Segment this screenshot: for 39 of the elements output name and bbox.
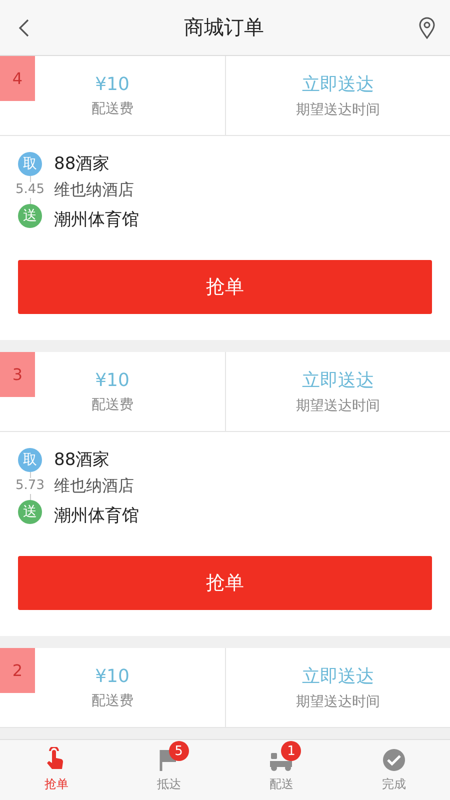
order-number-badge: 2 <box>0 648 35 693</box>
dropoff-name: 潮州体育馆 <box>54 505 139 528</box>
time-label: 期望送达时间 <box>296 397 380 415</box>
count-badge: 5 <box>168 741 189 761</box>
order-number-badge: 4 <box>0 56 35 101</box>
tab-item[interactable]: 5 抵达 <box>112 740 225 800</box>
pickup-badge: 取 <box>18 448 42 472</box>
dropoff-badge: 送 <box>18 500 42 524</box>
delivery-time: 立即送达 <box>302 665 374 688</box>
page-title: 商城订单 <box>184 14 264 41</box>
fee-label: 配送费 <box>91 396 134 414</box>
check-circle-icon <box>380 747 407 773</box>
tab-item[interactable]: 完成 <box>338 740 450 800</box>
tab-item[interactable]: 抢单 <box>0 740 112 800</box>
fee-label: 配送费 <box>91 100 134 118</box>
order-number-badge: 3 <box>0 352 35 397</box>
location-pin-icon[interactable] <box>418 16 436 38</box>
count-badge: 1 <box>281 741 302 761</box>
grab-order-button[interactable]: 抢单 <box>18 556 432 610</box>
pickup-name: 88酒家 <box>54 153 111 176</box>
distance-label: 5.73 <box>16 478 44 494</box>
pickup-address: 维也纳酒店 <box>54 475 135 497</box>
dropoff-badge: 送 <box>18 204 42 228</box>
grab-order-button[interactable]: 抢单 <box>18 260 432 314</box>
dropoff-name: 潮州体育馆 <box>54 209 139 232</box>
tab-item[interactable]: 1 配送 <box>225 740 338 800</box>
delivery-time: 立即送达 <box>302 369 374 392</box>
delivery-time: 立即送达 <box>302 73 374 96</box>
time-label: 期望送达时间 <box>296 101 380 119</box>
time-label: 期望送达时间 <box>296 693 380 711</box>
pickup-address: 维也纳酒店 <box>54 179 135 201</box>
delivery-fee: ¥10 <box>95 74 130 94</box>
fee-label: 配送费 <box>91 692 134 710</box>
delivery-fee: ¥10 <box>95 666 130 686</box>
distance-label: 5.45 <box>16 182 44 198</box>
back-icon[interactable] <box>18 18 30 38</box>
pickup-badge: 取 <box>18 152 42 176</box>
pickup-name: 88酒家 <box>54 449 111 472</box>
delivery-fee: ¥10 <box>95 370 130 390</box>
